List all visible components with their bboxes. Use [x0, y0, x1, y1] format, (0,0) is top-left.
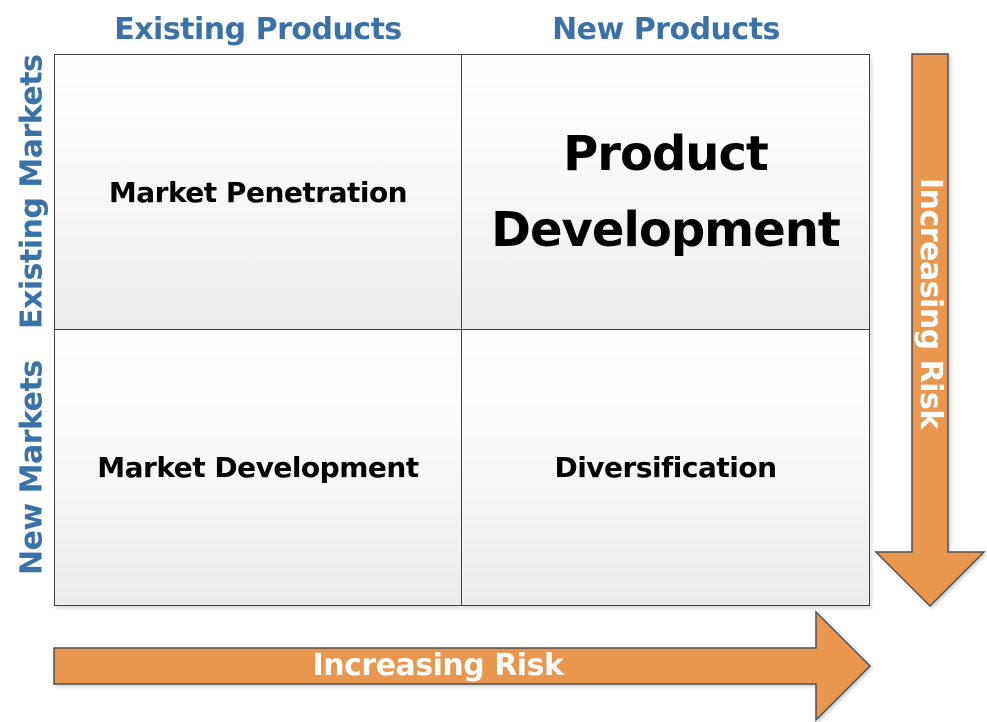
horizontal-risk-arrow [53, 53, 986, 722]
vertical-arrow-label: Increasing Risk [913, 177, 948, 429]
horizontal-arrow-label: Increasing Risk [312, 648, 564, 683]
